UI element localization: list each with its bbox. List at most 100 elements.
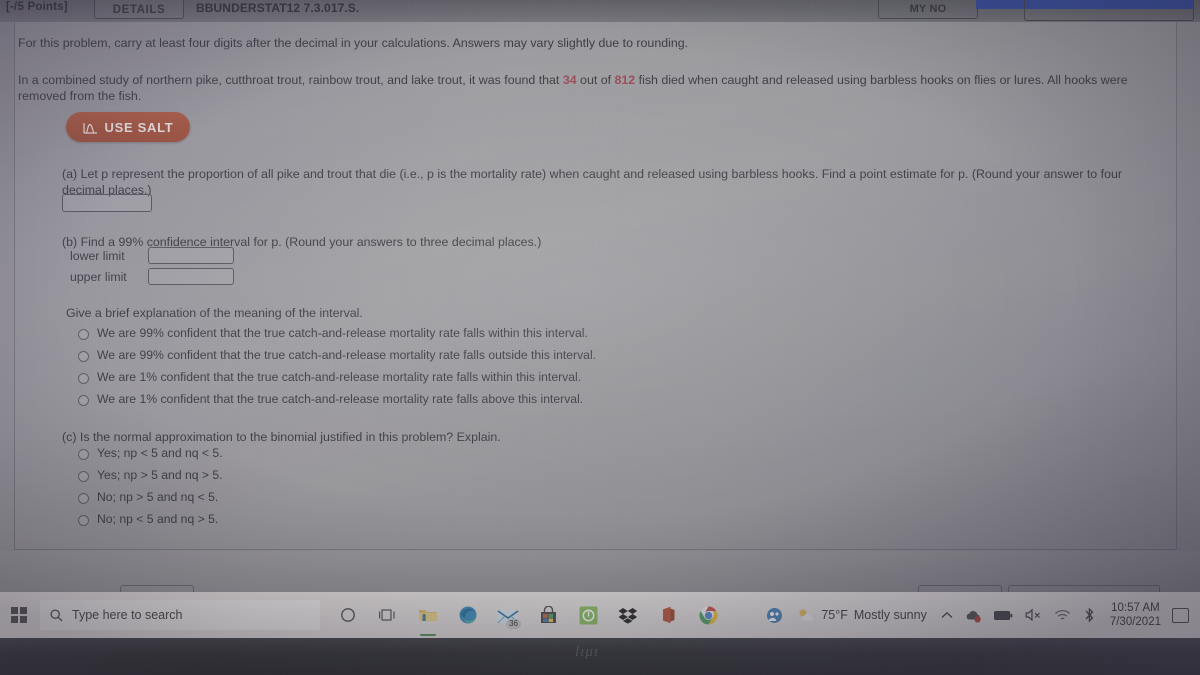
battery-button[interactable] bbox=[988, 592, 1019, 638]
screen-surface: [-/5 Points] DETAILS BBUNDERSTAT12 7.3.0… bbox=[0, 0, 1200, 675]
explanation-prompt: Give a brief explanation of the meaning … bbox=[66, 306, 363, 320]
explain-option-1-label: We are 99% confident that the true catch… bbox=[97, 326, 588, 340]
task-view-button[interactable] bbox=[368, 592, 408, 638]
explain-option-4-label: We are 1% confident that the true catch-… bbox=[97, 392, 584, 406]
part-c-option-3-label: No; np > 5 and nq < 5. bbox=[97, 490, 219, 504]
explain-option-3[interactable]: We are 1% confident that the true catch-… bbox=[78, 370, 581, 384]
explain-option-2[interactable]: We are 99% confident that the true catch… bbox=[78, 348, 596, 362]
distribution-curve-icon bbox=[82, 121, 98, 134]
google-chrome-icon bbox=[698, 606, 718, 624]
part-a-answer-input[interactable] bbox=[62, 194, 152, 212]
my-notes-button[interactable]: MY NO bbox=[878, 0, 978, 19]
radio-icon[interactable] bbox=[78, 493, 89, 504]
part-c-option-3[interactable]: No; np > 5 and nq < 5. bbox=[78, 490, 218, 504]
lower-limit-label: lower limit bbox=[70, 249, 125, 263]
green-app-icon bbox=[579, 606, 597, 624]
cortana-circle-icon bbox=[341, 608, 355, 622]
radio-icon[interactable] bbox=[78, 329, 89, 340]
part-c-option-4[interactable]: No; np < 5 and nq > 5. bbox=[78, 512, 218, 526]
task-view-icon bbox=[379, 609, 395, 621]
mail-button[interactable]: 36 bbox=[488, 592, 528, 638]
microsoft-edge-icon bbox=[459, 606, 477, 624]
radio-icon[interactable] bbox=[78, 515, 89, 526]
meet-now-button[interactable] bbox=[760, 592, 789, 638]
lower-limit-input[interactable] bbox=[148, 247, 234, 264]
file-explorer-button[interactable] bbox=[408, 592, 448, 638]
show-hidden-icons-chevron bbox=[941, 611, 953, 618]
radio-icon[interactable] bbox=[78, 373, 89, 384]
action-center-icon[interactable] bbox=[1172, 607, 1189, 623]
radio-icon[interactable] bbox=[78, 395, 89, 406]
weather-temperature: 75°F bbox=[821, 608, 848, 622]
show-hidden-icons-button[interactable] bbox=[935, 592, 959, 638]
part-c-option-1[interactable]: Yes; np < 5 and nq < 5. bbox=[78, 446, 223, 460]
network-button[interactable] bbox=[1048, 592, 1077, 638]
weather-widget[interactable]: 75°F Mostly sunny bbox=[789, 607, 935, 623]
sample-size: 812 bbox=[614, 73, 636, 87]
onedrive-button[interactable] bbox=[959, 592, 988, 638]
question-header-bar: [-/5 Points] DETAILS BBUNDERSTAT12 7.3.0… bbox=[0, 0, 1200, 22]
volume-muted-icon bbox=[1025, 608, 1040, 622]
points-label: [-/5 Points] bbox=[6, 1, 68, 13]
green-app-button[interactable] bbox=[568, 592, 608, 638]
search-input[interactable]: Type here to search bbox=[40, 600, 320, 630]
rounding-note: For this problem, carry at least four di… bbox=[18, 36, 689, 50]
explain-option-4[interactable]: We are 1% confident that the true catch-… bbox=[78, 392, 583, 406]
windows-start-icon bbox=[11, 607, 27, 623]
details-button[interactable]: DETAILS bbox=[94, 0, 184, 19]
webassign-page: [-/5 Points] DETAILS BBUNDERSTAT12 7.3.0… bbox=[0, 0, 1200, 606]
battery-icon bbox=[993, 610, 1013, 620]
onedrive-sync-icon bbox=[966, 610, 981, 622]
header-secondary-button[interactable] bbox=[1024, 0, 1194, 21]
upper-limit-input[interactable] bbox=[148, 268, 234, 285]
screen-photo: [-/5 Points] DETAILS BBUNDERSTAT12 7.3.0… bbox=[0, 0, 1200, 675]
part-a-prompt: (a) Let p represent the proportion of al… bbox=[62, 167, 1122, 197]
dropbox-button[interactable] bbox=[608, 592, 648, 638]
use-salt-button[interactable]: USE SALT bbox=[66, 112, 190, 142]
microsoft-office-button[interactable] bbox=[648, 592, 688, 638]
taskbar-app-icons: 36 bbox=[328, 592, 728, 638]
microsoft-office-icon bbox=[663, 606, 675, 624]
part-c-option-2-label: Yes; np > 5 and nq > 5. bbox=[97, 468, 223, 482]
mail-badge: 36 bbox=[506, 619, 521, 629]
wifi-icon bbox=[1054, 609, 1070, 619]
running-indicator bbox=[420, 634, 436, 636]
problem-text-mid: out of bbox=[576, 73, 615, 87]
start-button[interactable] bbox=[0, 592, 38, 638]
bluetooth-button[interactable] bbox=[1077, 592, 1102, 638]
clock-date: 7/30/2021 bbox=[1109, 616, 1161, 628]
part-c-option-4-label: No; np < 5 and nq > 5. bbox=[97, 512, 219, 526]
upper-limit-label: upper limit bbox=[70, 270, 127, 284]
laptop-brand-logo: lıμı bbox=[575, 644, 600, 660]
dropbox-icon bbox=[618, 607, 638, 624]
explain-option-3-label: We are 1% confident that the true catch-… bbox=[97, 370, 582, 384]
weather-description: Mostly sunny bbox=[853, 608, 927, 622]
system-tray: 75°F Mostly sunny 10:57 AM 7/30/2021 bbox=[760, 592, 1200, 638]
radio-icon[interactable] bbox=[78, 351, 89, 362]
radio-icon[interactable] bbox=[78, 449, 89, 460]
microsoft-store-icon bbox=[540, 606, 556, 623]
search-icon bbox=[50, 608, 63, 621]
file-explorer-icon bbox=[419, 610, 437, 621]
google-chrome-button[interactable] bbox=[688, 592, 728, 638]
cortana-button[interactable] bbox=[328, 592, 368, 638]
meet-now-icon bbox=[767, 607, 783, 623]
partly-sunny-icon bbox=[799, 609, 814, 621]
explain-option-1[interactable]: We are 99% confident that the true catch… bbox=[78, 326, 588, 340]
search-placeholder-text: Type here to search bbox=[72, 608, 183, 622]
explain-option-2-label: We are 99% confident that the true catch… bbox=[97, 348, 597, 362]
part-c-option-2[interactable]: Yes; np > 5 and nq > 5. bbox=[78, 468, 223, 482]
volume-button[interactable] bbox=[1019, 592, 1048, 638]
part-c-prompt: (c) Is the normal approximation to the b… bbox=[62, 430, 501, 444]
use-salt-label: USE SALT bbox=[104, 119, 174, 135]
clock[interactable]: 10:57 AM 7/30/2021 bbox=[1102, 592, 1169, 638]
microsoft-edge-button[interactable] bbox=[448, 592, 488, 638]
microsoft-store-button[interactable] bbox=[528, 592, 568, 638]
bluetooth-icon bbox=[1085, 607, 1094, 623]
radio-icon[interactable] bbox=[78, 471, 89, 482]
part-c-option-1-label: Yes; np < 5 and nq < 5. bbox=[97, 446, 223, 460]
photo-bottom-bezel bbox=[0, 638, 1200, 675]
problem-statement: In a combined study of northern pike, cu… bbox=[18, 72, 1158, 104]
deaths-count: 34 bbox=[562, 73, 577, 87]
part-b-prompt: (b) Find a 99% confidence interval for p… bbox=[62, 235, 542, 249]
